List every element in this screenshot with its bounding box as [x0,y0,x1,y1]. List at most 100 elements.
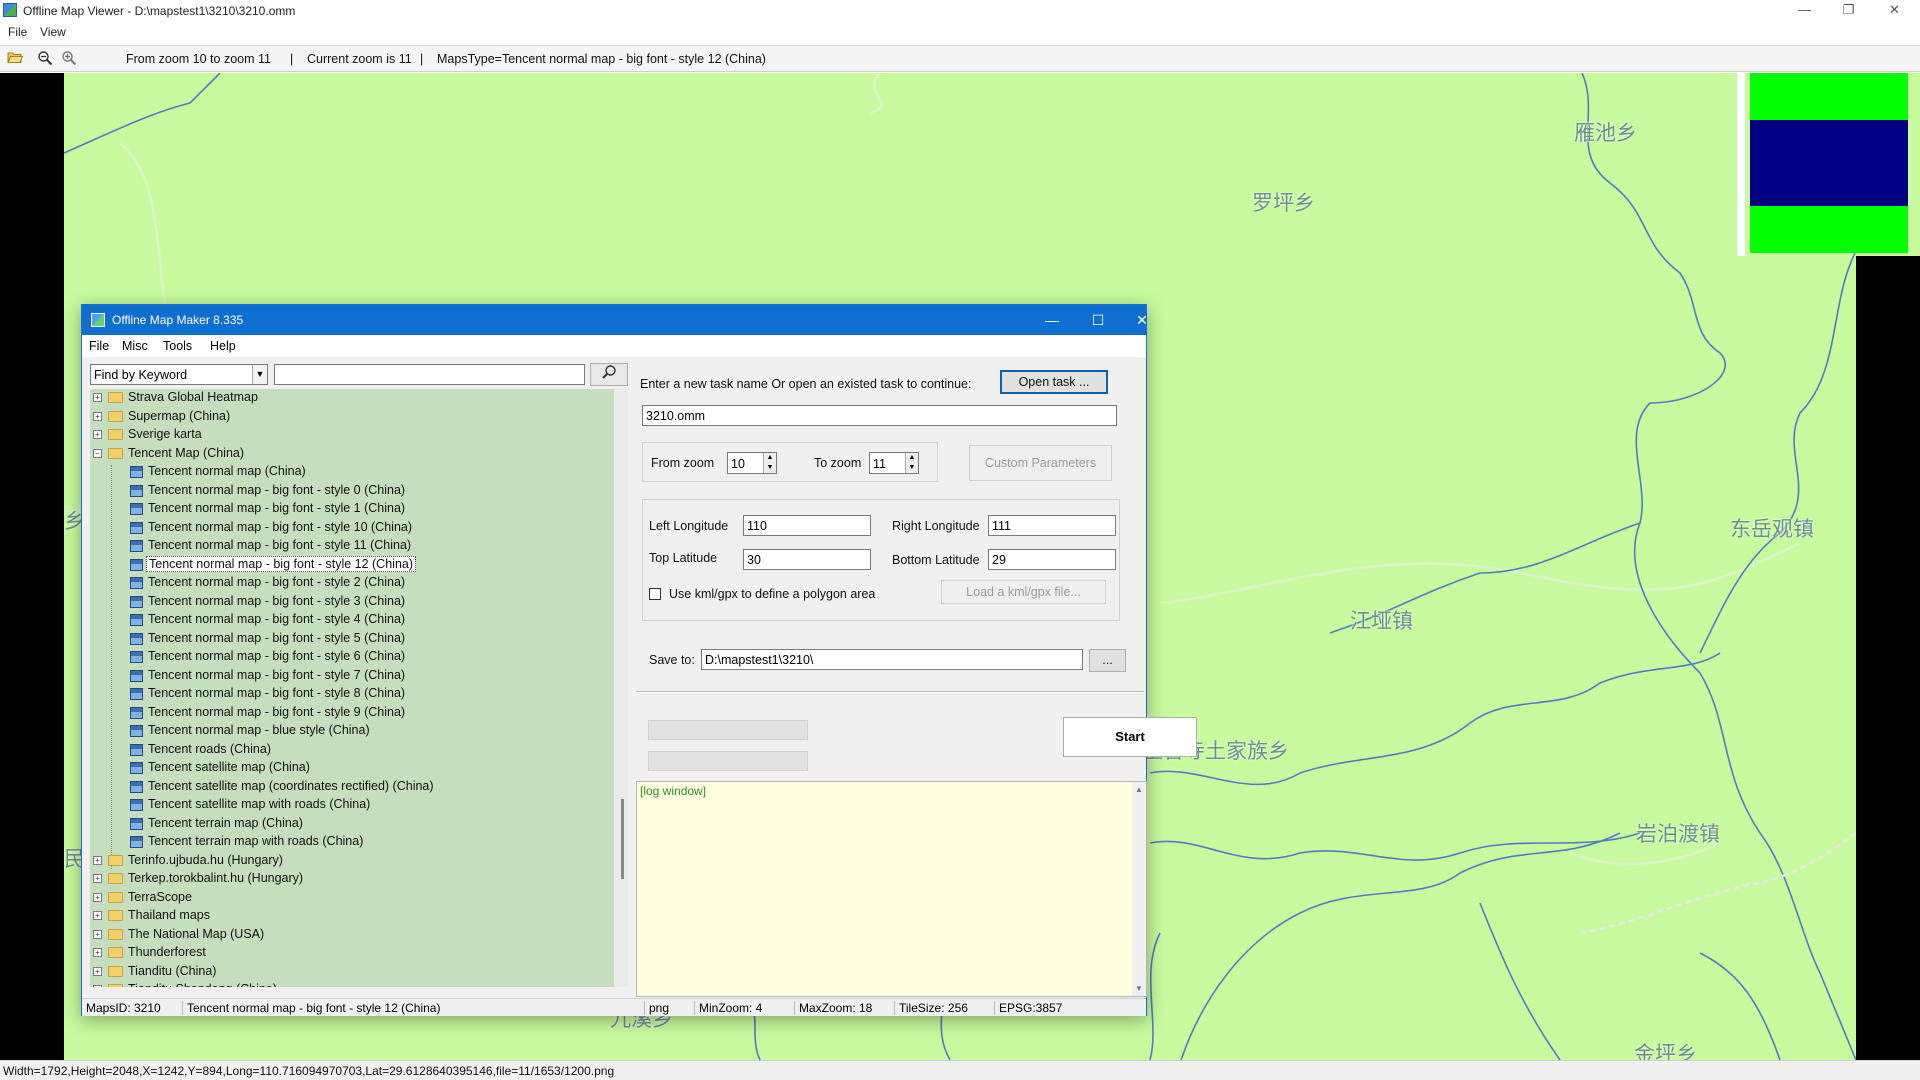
tree-folder-item[interactable]: − Tencent Map (China) [90,445,610,463]
tree-scrollbar[interactable] [614,389,628,987]
expand-icon[interactable]: + [93,911,102,920]
to-zoom-stepper[interactable]: 11 ▲ ▼ [869,452,919,474]
folder-icon [108,854,123,866]
tree-map-item[interactable]: Tencent normal map - big font - style 9 … [90,704,610,722]
dialog-minimize-button[interactable]: — [1032,308,1072,332]
tree-folder-item[interactable]: + Strava Global Heatmap [90,389,610,407]
expand-icon[interactable]: + [93,430,102,439]
load-kml-button[interactable]: Load a kml/gpx file... [941,580,1106,604]
zoom-in-icon[interactable] [60,50,78,68]
dialog-menu-misc[interactable]: Misc [122,339,148,353]
section-divider [636,691,1144,693]
collapse-icon[interactable]: − [93,448,102,458]
log-window[interactable]: [log window] ▲ ▼ [636,781,1147,997]
map-layer-icon [130,521,143,534]
expand-icon[interactable]: + [93,966,102,976]
stepper-down-icon[interactable]: ▼ [763,463,776,473]
tree-map-item[interactable]: Tencent normal map - blue style (China) [90,722,610,740]
tree-map-item[interactable]: Tencent normal map - big font - style 3 … [90,593,610,611]
tree-folder-item[interactable]: + Thunderforest [90,944,610,962]
scroll-up-icon[interactable]: ▲ [1135,785,1143,794]
bottom-latitude-input[interactable]: 29 [988,549,1116,570]
expand-icon[interactable]: + [93,985,102,987]
tree-map-item[interactable]: Tencent satellite map with roads (China) [90,796,610,814]
map-maker-dialog: Offline Map Maker 8.335 — ☐ ✕ File Misc … [81,304,1197,1016]
tree-map-item[interactable]: Tencent normal map (China) [90,463,610,481]
expand-icon[interactable]: + [93,393,102,402]
expand-icon[interactable]: + [93,874,102,883]
toolbar-separator: | [420,52,424,66]
chevron-down-icon[interactable]: ▼ [252,365,267,384]
expand-icon[interactable]: + [93,855,102,865]
tree-map-item[interactable]: Tencent satellite map (coordinates recti… [90,778,610,796]
dialog-close-button[interactable]: ✕ [1122,308,1162,332]
tree-map-item[interactable]: Tencent normal map - big font - style 12… [90,555,610,574]
left-longitude-input[interactable]: 110 [743,515,871,536]
open-folder-icon[interactable] [6,50,24,68]
tree-folder-item[interactable]: + Tianditu Shandong (China) [90,981,610,987]
close-button[interactable]: ✕ [1872,0,1917,22]
map-layer-icon [130,484,143,497]
open-task-button[interactable]: Open task ... [1000,370,1108,394]
expand-icon[interactable]: + [93,948,102,957]
dialog-maximize-button[interactable]: ☐ [1078,308,1118,332]
tree-folder-item[interactable]: + Terkep.torokbalint.hu (Hungary) [90,870,610,888]
tree-folder-item[interactable]: + Tianditu (China) [90,963,610,981]
tree-folder-item[interactable]: + Supermap (China) [90,408,610,426]
tree-map-item[interactable]: Tencent normal map - big font - style 1 … [90,500,610,518]
dialog-title-bar[interactable]: Offline Map Maker 8.335 — ☐ ✕ [82,305,1148,335]
custom-parameters-button[interactable]: Custom Parameters [969,445,1112,481]
tree-folder-item[interactable]: + Sverige karta [90,426,610,444]
right-longitude-input[interactable]: 111 [988,515,1116,536]
menu-file[interactable]: File [8,25,27,39]
dialog-menu-help[interactable]: Help [210,339,236,353]
save-path-input[interactable]: D:\mapstest1\3210\ [701,649,1083,670]
log-scrollbar[interactable]: ▲ ▼ [1132,782,1146,996]
restore-button[interactable]: ❐ [1826,0,1871,22]
tree-map-item[interactable]: Tencent normal map - big font - style 7 … [90,667,610,685]
tree-map-item[interactable]: Tencent normal map - big font - style 5 … [90,630,610,648]
start-button[interactable]: Start [1063,717,1197,757]
task-name-input[interactable]: 3210.omm [642,405,1117,426]
map-layer-icon [130,558,143,571]
tree-folder-item[interactable]: + The National Map (USA) [90,926,610,944]
tree-map-item[interactable]: Tencent normal map - big font - style 8 … [90,685,610,703]
tree-folder-item[interactable]: + Terinfo.ujbuda.hu (Hungary) [90,852,610,870]
stepper-down-icon[interactable]: ▼ [905,463,918,473]
tree-map-item[interactable]: Tencent normal map - big font - style 11… [90,537,610,555]
search-button[interactable] [590,363,628,386]
from-zoom-stepper[interactable]: 10 ▲ ▼ [727,452,777,474]
expand-icon[interactable]: + [93,929,102,939]
tree-map-item[interactable]: Tencent normal map - big font - style 10… [90,519,610,537]
maps-tree[interactable]: + Strava Global Heatmap + Supermap (China) +… [90,389,628,987]
tree-map-item[interactable]: Tencent normal map - big font - style 0 … [90,482,610,500]
expand-icon[interactable]: + [93,892,102,902]
stepper-up-icon[interactable]: ▲ [763,453,776,463]
expand-icon[interactable]: + [93,411,102,421]
top-latitude-input[interactable]: 30 [743,549,871,570]
browse-folder-button[interactable]: ... [1089,649,1126,672]
tree-map-item[interactable]: Tencent normal map - big font - style 2 … [90,574,610,592]
tree-map-item[interactable]: Tencent terrain map (China) [90,815,610,833]
tree-map-item[interactable]: Tencent satellite map (China) [90,759,610,777]
tree-folder-item[interactable]: + Thailand maps [90,907,610,925]
zoom-out-icon[interactable] [36,50,54,68]
tree-map-item[interactable]: Tencent roads (China) [90,741,610,759]
search-mode-select[interactable]: Find by Keyword ▼ [90,364,268,385]
place-label: 金坪乡 [1634,1042,1697,1060]
keyword-search-input[interactable] [274,364,585,385]
tree-item-label: Tencent satellite map with roads (China) [148,797,371,811]
tree-scroll-thumb[interactable] [621,799,624,879]
stepper-up-icon[interactable]: ▲ [905,453,918,463]
tree-map-item[interactable]: Tencent terrain map with roads (China) [90,833,610,851]
minimize-button[interactable]: — [1782,0,1827,22]
viewer-menu-bar: File View [0,22,1920,42]
tree-map-item[interactable]: Tencent normal map - big font - style 6 … [90,648,610,666]
scroll-down-icon[interactable]: ▼ [1135,984,1143,993]
use-kml-checkbox[interactable] [649,588,661,600]
menu-view[interactable]: View [40,25,66,39]
dialog-menu-file[interactable]: File [89,339,109,353]
tree-folder-item[interactable]: + TerraScope [90,889,610,907]
tree-map-item[interactable]: Tencent normal map - big font - style 4 … [90,611,610,629]
dialog-menu-tools[interactable]: Tools [163,339,192,353]
